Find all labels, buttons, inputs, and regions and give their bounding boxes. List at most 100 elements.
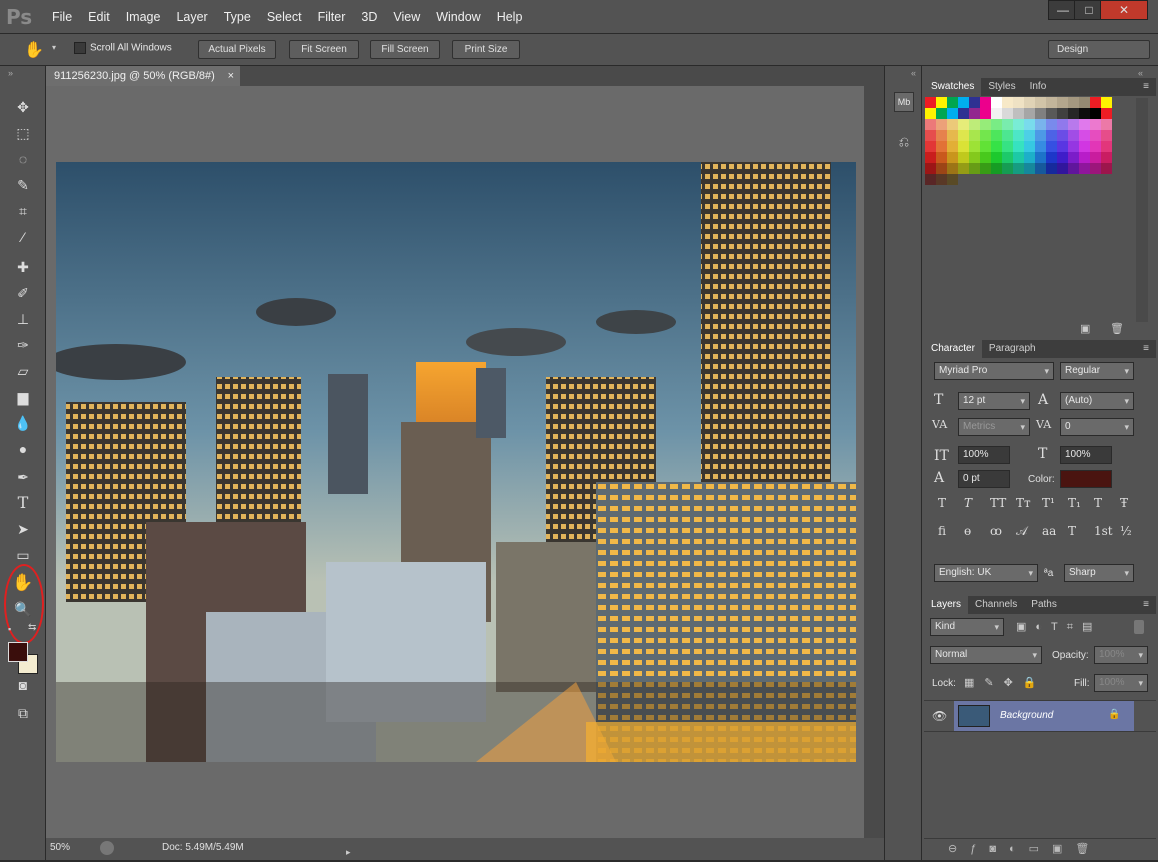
color-swatch[interactable]	[1046, 163, 1057, 174]
color-swatch[interactable]	[1046, 108, 1057, 119]
color-swatch[interactable]	[1024, 130, 1035, 141]
actual-pixels-button[interactable]: Actual Pixels	[198, 40, 276, 59]
color-swatch[interactable]	[1013, 152, 1024, 163]
swatch-grid[interactable]	[924, 96, 1156, 322]
color-swatch[interactable]	[1024, 152, 1035, 163]
color-swatch[interactable]	[1046, 97, 1057, 108]
fill-field[interactable]: 100%	[1094, 674, 1148, 692]
color-swatch[interactable]	[936, 163, 947, 174]
type-style-icon[interactable]: TT	[990, 496, 1006, 510]
color-swatch[interactable]	[969, 119, 980, 130]
tab-layers[interactable]: Layers	[924, 596, 969, 614]
font-style-select[interactable]: Regular	[1060, 362, 1134, 380]
opentype-icon[interactable]: ɵ	[964, 524, 971, 538]
opentype-icon[interactable]: ½	[1120, 524, 1132, 538]
color-swatch[interactable]	[980, 97, 991, 108]
color-swatch[interactable]	[936, 174, 947, 185]
pen-tool-icon[interactable]: ✒	[11, 466, 35, 488]
eye-icon[interactable]: 👁	[932, 709, 947, 723]
color-swatch[interactable]	[991, 97, 1002, 108]
canvas-pasteboard[interactable]	[46, 86, 864, 838]
tracking-field[interactable]: 0	[1060, 418, 1134, 436]
expand-icon[interactable]: «	[1138, 68, 1143, 78]
color-swatch[interactable]	[991, 130, 1002, 141]
color-swatch[interactable]	[947, 141, 958, 152]
color-swatch[interactable]	[1101, 130, 1112, 141]
fill-screen-button[interactable]: Fill Screen	[370, 40, 440, 59]
lock-icons[interactable]: ▦✎✥🔒	[964, 676, 1047, 689]
menu-filter[interactable]: Filter	[310, 0, 354, 34]
healing-brush-tool-icon[interactable]: ✚	[11, 256, 35, 278]
color-swatch[interactable]	[991, 163, 1002, 174]
color-swatch[interactable]	[1035, 141, 1046, 152]
color-swatch[interactable]	[1090, 119, 1101, 130]
color-swatch[interactable]	[947, 163, 958, 174]
layer-row[interactable]: 👁 Background 🔒	[924, 700, 1156, 732]
color-swatch[interactable]	[925, 141, 936, 152]
color-swatch[interactable]	[1035, 119, 1046, 130]
color-swatch[interactable]	[1090, 108, 1101, 119]
color-swatch[interactable]	[1002, 163, 1013, 174]
color-swatch[interactable]	[980, 119, 991, 130]
crop-tool-icon[interactable]: ⌗	[11, 200, 35, 222]
color-swatch[interactable]	[1079, 108, 1090, 119]
color-swatch[interactable]	[947, 152, 958, 163]
new-swatch-icon[interactable]: ▣	[1080, 322, 1090, 335]
color-swatch[interactable]	[936, 152, 947, 163]
color-swatch[interactable]	[1101, 119, 1112, 130]
color-swatch[interactable]	[1101, 97, 1112, 108]
vertical-scrollbar[interactable]	[864, 86, 884, 838]
status-menu-icon[interactable]	[100, 841, 114, 855]
tab-paragraph[interactable]: Paragraph	[982, 340, 1043, 358]
workspace-switcher[interactable]: Design	[1048, 40, 1150, 59]
color-swatch[interactable]	[1024, 108, 1035, 119]
document-tab[interactable]: 911256230.jpg @ 50% (RGB/8#) ×	[46, 66, 240, 86]
color-swatch[interactable]	[1013, 97, 1024, 108]
menu-image[interactable]: Image	[118, 0, 169, 34]
antialias-select[interactable]: Sharp	[1064, 564, 1134, 582]
color-swatch[interactable]	[947, 174, 958, 185]
color-swatch[interactable]	[1024, 163, 1035, 174]
color-swatch[interactable]	[969, 152, 980, 163]
color-swatch[interactable]	[1057, 119, 1068, 130]
type-tool-icon[interactable]: T	[11, 492, 35, 514]
blur-tool-icon[interactable]: 💧	[11, 412, 35, 434]
hand-tool-preset-icon[interactable]: ✋	[24, 40, 44, 60]
color-swatch[interactable]	[1068, 97, 1079, 108]
move-tool-icon[interactable]: ✥	[11, 96, 35, 118]
close-tab-icon[interactable]: ×	[228, 66, 234, 86]
color-swatch[interactable]	[925, 163, 936, 174]
blend-mode-select[interactable]: Normal	[930, 646, 1042, 664]
type-style-icon[interactable]: Ŧ	[1120, 496, 1128, 510]
color-swatch[interactable]	[1046, 141, 1057, 152]
color-swatch[interactable]	[1079, 119, 1090, 130]
color-swatch[interactable]	[1057, 141, 1068, 152]
color-swatch[interactable]	[947, 130, 958, 141]
color-swatch[interactable]	[969, 163, 980, 174]
color-swatch[interactable]	[958, 152, 969, 163]
color-swatch[interactable]	[1002, 108, 1013, 119]
color-swatch[interactable]	[1079, 141, 1090, 152]
color-swatch[interactable]	[958, 119, 969, 130]
tab-channels[interactable]: Channels	[968, 596, 1024, 614]
color-swatch[interactable]	[1090, 152, 1101, 163]
font-size-field[interactable]: 12 pt	[958, 392, 1030, 410]
scroll-all-checkbox[interactable]	[74, 42, 86, 54]
color-swatch[interactable]	[1013, 108, 1024, 119]
color-swatch[interactable]	[958, 130, 969, 141]
color-swatch[interactable]	[1024, 119, 1035, 130]
opentype-icon[interactable]: 𝒜	[1016, 524, 1027, 539]
color-swatch[interactable]	[1101, 152, 1112, 163]
color-swatch[interactable]	[925, 108, 936, 119]
color-swatch[interactable]	[1068, 141, 1079, 152]
color-swatch[interactable]	[1046, 119, 1057, 130]
color-swatch[interactable]	[969, 108, 980, 119]
fit-screen-button[interactable]: Fit Screen	[289, 40, 359, 59]
horizontal-scale-field[interactable]: 100%	[1060, 446, 1112, 464]
status-arrow-icon[interactable]: ▸	[346, 842, 351, 862]
color-swatch[interactable]	[1068, 108, 1079, 119]
menu-select[interactable]: Select	[259, 0, 310, 34]
color-swatch[interactable]	[1090, 97, 1101, 108]
color-swatch[interactable]	[925, 119, 936, 130]
tab-styles[interactable]: Styles	[981, 78, 1022, 96]
